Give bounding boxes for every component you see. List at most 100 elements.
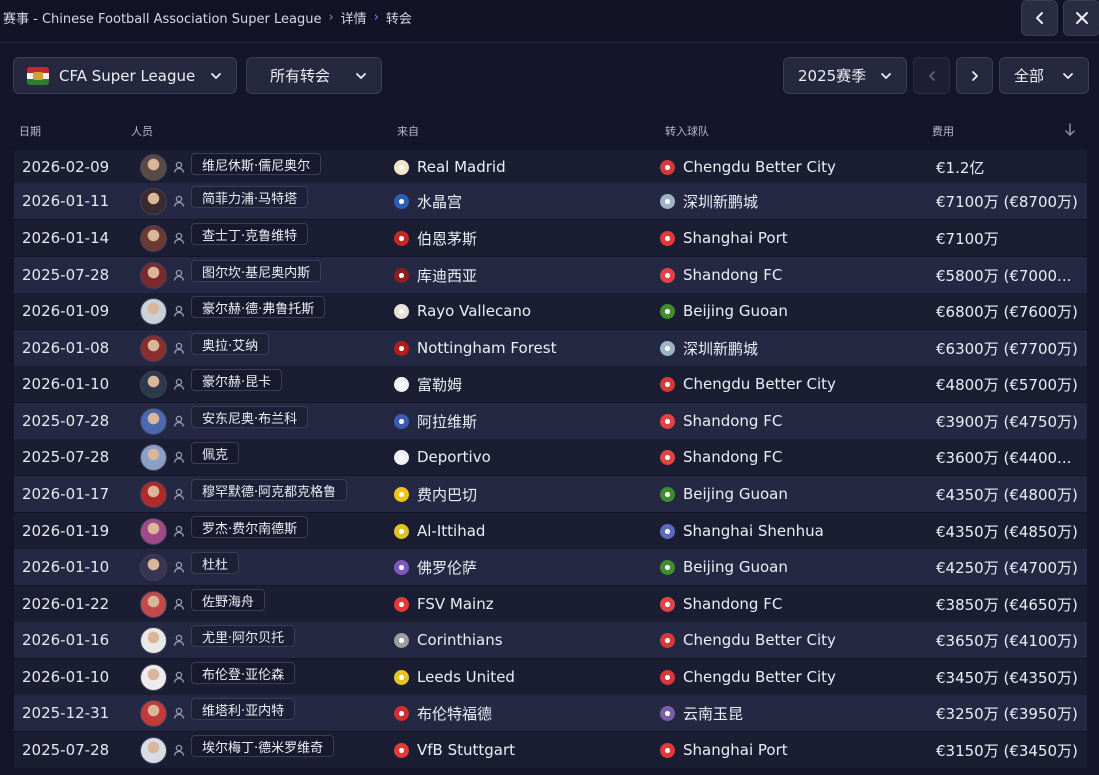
player-avatar[interactable] [140,736,167,764]
from-club[interactable]: Real Madrid [394,158,506,176]
table-row[interactable]: 2026-01-09 豪尔赫·德·弗鲁托斯 Rayo Vallecano Bei… [14,293,1087,329]
player-name-chip[interactable]: 图尔坎·基尼奥内斯 [191,260,322,282]
player-name-chip[interactable]: 杜杜 [191,552,240,574]
table-row[interactable]: 2025-07-28 安东尼奥·布兰科 阿拉维斯 Shandong FC €39… [14,403,1087,439]
table-row[interactable]: 2026-01-10 布伦登·亚伦森 Leeds United Chengdu … [14,659,1087,695]
to-club[interactable]: Beijing Guoan [660,302,788,320]
to-club[interactable]: Chengdu Better City [660,375,836,393]
to-club[interactable]: Beijing Guoan [660,558,788,576]
breadcrumb-details[interactable]: 详情 [341,8,367,27]
from-club[interactable]: 布伦特福德 [394,703,492,724]
table-row[interactable]: 2026-01-14 查士丁·克鲁维特 伯恩茅斯 Shanghai Port €… [14,220,1087,256]
table-row[interactable]: 2025-07-28 佩克 Deportivo Shandong FC €360… [14,439,1087,475]
to-club[interactable]: Chengdu Better City [660,668,836,686]
column-header-from[interactable]: 来自 [397,123,419,139]
table-row[interactable]: 2026-01-10 豪尔赫·昆卡 富勒姆 Chengdu Better Cit… [14,366,1087,402]
previous-season-button[interactable] [913,57,950,94]
table-row[interactable]: 2026-01-22 佐野海舟 FSV Mainz Shandong FC €3… [14,586,1087,622]
to-club[interactable]: Chengdu Better City [660,158,836,176]
from-club[interactable]: Al-Ittihad [394,522,485,540]
scope-select[interactable]: 全部 [999,57,1089,94]
from-club[interactable]: Deportivo [394,448,491,466]
player-name-chip[interactable]: 佩克 [191,442,240,464]
from-club[interactable]: Rayo Vallecano [394,302,531,320]
sort-descending-icon[interactable] [1063,122,1077,138]
player-name-chip[interactable]: 维尼休斯·儒尼奥尔 [191,153,322,175]
player-name-chip[interactable]: 尤里·阿尔贝托 [191,625,296,647]
player-name-chip[interactable]: 布伦登·亚伦森 [191,662,296,684]
from-club[interactable]: 阿拉维斯 [394,411,477,432]
to-club[interactable]: Shandong FC [660,412,782,430]
player-name-chip[interactable]: 罗杰·费尔南德斯 [191,516,309,538]
to-club[interactable]: Shandong FC [660,266,782,284]
player-name-chip[interactable]: 穆罕默德·阿克都克格鲁 [191,479,348,501]
from-club[interactable]: VfB Stuttgart [394,741,515,759]
to-club[interactable]: Shanghai Port [660,741,788,759]
player-name-chip[interactable]: 豪尔赫·昆卡 [191,369,283,391]
player-avatar[interactable] [140,590,167,618]
to-club[interactable]: 云南玉昆 [660,703,743,724]
player-avatar[interactable] [140,553,167,581]
table-row[interactable]: 2026-01-11 简菲力浦·马特塔 水晶宫 深圳新鹏城 €7100万 (€8… [14,183,1087,219]
to-club[interactable]: 深圳新鹏城 [660,191,758,212]
table-row[interactable]: 2026-01-17 穆罕默德·阿克都克格鲁 费内巴切 Beijing Guoa… [14,476,1087,512]
table-row[interactable]: 2026-01-19 罗杰·费尔南德斯 Al-Ittihad Shanghai … [14,513,1087,549]
from-club[interactable]: Corinthians [394,631,503,649]
from-club[interactable]: Nottingham Forest [394,339,556,357]
from-club[interactable]: FSV Mainz [394,595,494,613]
close-button[interactable] [1063,0,1099,36]
column-header-to[interactable]: 转入球队 [665,123,709,139]
to-club[interactable]: Shanghai Port [660,229,788,247]
from-club[interactable]: 水晶宫 [394,191,462,212]
column-header-fee[interactable]: 费用 [932,123,954,139]
to-club[interactable]: Beijing Guoan [660,485,788,503]
from-club[interactable]: 伯恩茅斯 [394,228,477,249]
player-avatar[interactable] [140,187,167,215]
to-club[interactable]: Chengdu Better City [660,631,836,649]
table-row[interactable]: 2025-07-28 埃尔梅丁·德米罗维奇 VfB Stuttgart Shan… [14,732,1087,768]
table-row[interactable]: 2026-01-16 尤里·阿尔贝托 Corinthians Chengdu B… [14,622,1087,658]
next-season-button[interactable] [956,57,993,94]
to-club[interactable]: Shanghai Shenhua [660,522,824,540]
player-name-chip[interactable]: 维塔利·亚内特 [191,698,296,720]
transfer-type-select[interactable]: 所有转会 [246,57,382,94]
player-name-chip[interactable]: 奥拉·艾纳 [191,333,270,355]
player-avatar[interactable] [140,699,167,727]
from-club[interactable]: 佛罗伦萨 [394,557,477,578]
from-club[interactable]: Leeds United [394,668,515,686]
player-avatar[interactable] [140,443,167,471]
to-club[interactable]: 深圳新鹏城 [660,338,758,359]
player-avatar[interactable] [140,370,167,398]
player-avatar[interactable] [140,297,167,325]
from-club[interactable]: 富勒姆 [394,374,462,395]
column-header-person[interactable]: 人员 [131,123,153,139]
player-name-chip[interactable]: 安东尼奥·布兰科 [191,406,309,428]
player-name-chip[interactable]: 埃尔梅丁·德米罗维奇 [191,735,335,757]
table-row[interactable]: 2026-02-09 维尼休斯·儒尼奥尔 Real Madrid Chengdu… [14,150,1087,184]
table-row[interactable]: 2026-01-10 杜杜 佛罗伦萨 Beijing Guoan €4250万 … [14,549,1087,585]
league-select[interactable]: CFA Super League [13,57,237,94]
breadcrumb-root[interactable]: 赛事 - Chinese Football Association Super … [3,8,321,27]
to-club[interactable]: Shandong FC [660,448,782,466]
table-row[interactable]: 2025-12-31 维塔利·亚内特 布伦特福德 云南玉昆 €3250万 (€3… [14,695,1087,731]
player-name-chip[interactable]: 简菲力浦·马特塔 [191,186,309,208]
column-header-date[interactable]: 日期 [19,123,41,139]
to-club[interactable]: Shandong FC [660,595,782,613]
table-row[interactable]: 2026-01-08 奥拉·艾纳 Nottingham Forest 深圳新鹏城… [14,330,1087,366]
player-name-chip[interactable]: 查士丁·克鲁维特 [191,223,309,245]
player-avatar[interactable] [140,480,167,508]
player-avatar[interactable] [140,261,167,289]
player-avatar[interactable] [140,663,167,691]
from-club[interactable]: 库迪西亚 [394,265,477,286]
player-name-chip[interactable]: 佐野海舟 [191,589,266,611]
player-avatar[interactable] [140,626,167,654]
player-avatar[interactable] [140,407,167,435]
player-name-chip[interactable]: 豪尔赫·德·弗鲁托斯 [191,296,326,318]
player-avatar[interactable] [140,334,167,362]
from-club[interactable]: 费内巴切 [394,484,477,505]
season-select[interactable]: 2025赛季 [783,57,907,94]
table-row[interactable]: 2025-07-28 图尔坎·基尼奥内斯 库迪西亚 Shandong FC €5… [14,257,1087,293]
player-avatar[interactable] [140,224,167,252]
back-button[interactable] [1021,0,1058,36]
player-avatar[interactable] [140,153,167,181]
